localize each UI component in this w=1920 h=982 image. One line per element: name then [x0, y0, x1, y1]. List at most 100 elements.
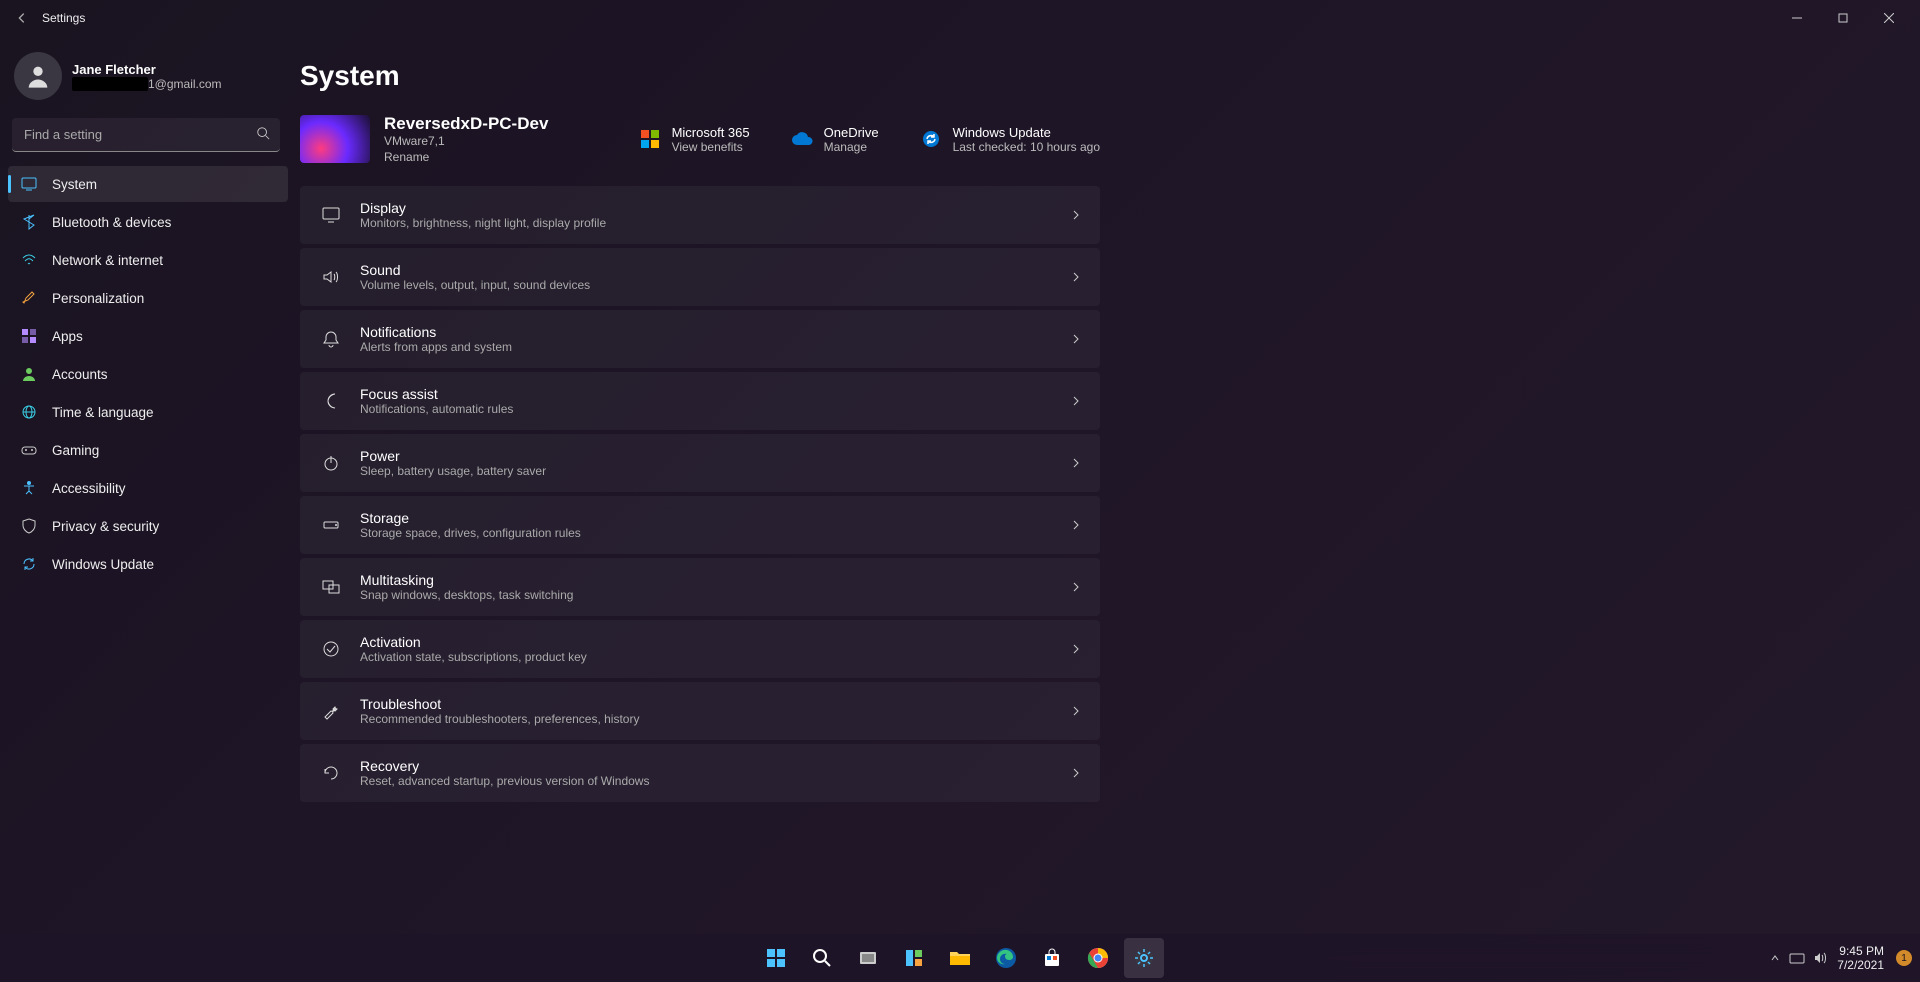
brush-icon	[20, 289, 38, 307]
sound-icon	[318, 267, 344, 287]
sidebar-item-label: Accounts	[52, 367, 108, 382]
wrench-icon	[318, 701, 344, 721]
row-focus[interactable]: Focus assistNotifications, automatic rul…	[300, 372, 1100, 430]
quick-ms365[interactable]: Microsoft 365 View benefits	[638, 125, 750, 154]
row-display[interactable]: DisplayMonitors, brightness, night light…	[300, 186, 1100, 244]
sidebar-item-gaming[interactable]: Gaming	[8, 432, 288, 468]
sidebar-item-apps[interactable]: Apps	[8, 318, 288, 354]
sidebar-item-update[interactable]: Windows Update	[8, 546, 288, 582]
quick-update[interactable]: Windows Update Last checked: 10 hours ag…	[919, 125, 1100, 154]
main-content: System ReversedxD-PC-Dev VMware7,1 Renam…	[300, 36, 1920, 934]
system-header: ReversedxD-PC-Dev VMware7,1 Rename Micro…	[300, 114, 1100, 164]
chevron-right-icon	[1070, 457, 1082, 469]
bluetooth-icon	[20, 213, 38, 231]
sidebar-item-system[interactable]: System	[8, 166, 288, 202]
row-title: Notifications	[360, 324, 1070, 340]
search-icon	[256, 126, 270, 140]
row-sub: Volume levels, output, input, sound devi…	[360, 278, 1070, 292]
start-button[interactable]	[756, 938, 796, 978]
row-notifications[interactable]: NotificationsAlerts from apps and system	[300, 310, 1100, 368]
time-text: 9:45 PM	[1837, 944, 1884, 958]
avatar	[14, 52, 62, 100]
display-icon	[318, 205, 344, 225]
search-input[interactable]	[12, 118, 280, 152]
chevron-right-icon	[1070, 767, 1082, 779]
tray-volume-icon[interactable]	[1813, 951, 1829, 965]
power-icon	[318, 453, 344, 473]
bell-icon	[318, 329, 344, 349]
user-name: Jane Fletcher	[72, 62, 222, 77]
minimize-button[interactable]	[1774, 2, 1820, 34]
chevron-right-icon	[1070, 209, 1082, 221]
sidebar-item-time[interactable]: Time & language	[8, 394, 288, 430]
rename-link[interactable]: Rename	[384, 150, 548, 164]
sidebar-item-label: Gaming	[52, 443, 99, 458]
date-text: 7/2/2021	[1837, 958, 1884, 972]
store-button[interactable]	[1032, 938, 1072, 978]
game-icon	[20, 441, 38, 459]
quick-title: Windows Update	[953, 125, 1100, 140]
sidebar-item-label: Time & language	[52, 405, 154, 420]
sidebar-item-label: Accessibility	[52, 481, 126, 496]
sidebar-item-label: Apps	[52, 329, 83, 344]
sidebar-item-network[interactable]: Network & internet	[8, 242, 288, 278]
pc-thumbnail	[300, 115, 370, 163]
row-title: Focus assist	[360, 386, 1070, 402]
row-title: Activation	[360, 634, 1070, 650]
search-button[interactable]	[802, 938, 842, 978]
chevron-right-icon	[1070, 581, 1082, 593]
quick-title: Microsoft 365	[672, 125, 750, 140]
pc-name: ReversedxD-PC-Dev	[384, 114, 548, 134]
row-troubleshoot[interactable]: TroubleshootRecommended troubleshooters,…	[300, 682, 1100, 740]
quick-onedrive[interactable]: OneDrive Manage	[790, 125, 879, 154]
row-sub: Sleep, battery usage, battery saver	[360, 464, 1070, 478]
chevron-right-icon	[1070, 519, 1082, 531]
chevron-right-icon	[1070, 643, 1082, 655]
search-box	[12, 118, 280, 152]
settings-button[interactable]	[1124, 938, 1164, 978]
edge-button[interactable]	[986, 938, 1026, 978]
back-button[interactable]	[8, 4, 36, 32]
apps-icon	[20, 327, 38, 345]
row-multitasking[interactable]: MultitaskingSnap windows, desktops, task…	[300, 558, 1100, 616]
row-sound[interactable]: SoundVolume levels, output, input, sound…	[300, 248, 1100, 306]
sidebar-item-accounts[interactable]: Accounts	[8, 356, 288, 392]
clock[interactable]: 9:45 PM 7/2/2021	[1837, 944, 1888, 973]
profile-block[interactable]: Jane Fletcher xxxxxxxxxxxx1@gmail.com	[4, 44, 288, 108]
drive-icon	[318, 515, 344, 535]
sidebar-item-label: Network & internet	[52, 253, 163, 268]
onedrive-icon	[790, 127, 814, 151]
sidebar-item-bluetooth[interactable]: Bluetooth & devices	[8, 204, 288, 240]
tray-chevron-icon[interactable]	[1769, 952, 1781, 964]
tray-network-icon[interactable]	[1789, 951, 1805, 965]
pc-model: VMware7,1	[384, 134, 548, 148]
sidebar-item-privacy[interactable]: Privacy & security	[8, 508, 288, 544]
widgets-button[interactable]	[894, 938, 934, 978]
row-title: Sound	[360, 262, 1070, 278]
notification-badge[interactable]: 1	[1896, 950, 1912, 966]
sidebar-item-personalization[interactable]: Personalization	[8, 280, 288, 316]
taskview-button[interactable]	[848, 938, 888, 978]
sidebar-item-accessibility[interactable]: Accessibility	[8, 470, 288, 506]
row-power[interactable]: PowerSleep, battery usage, battery saver	[300, 434, 1100, 492]
globe-icon	[20, 403, 38, 421]
row-title: Multitasking	[360, 572, 1070, 588]
redacted-text: xxxxxxxxxxxx	[72, 77, 148, 91]
row-activation[interactable]: ActivationActivation state, subscription…	[300, 620, 1100, 678]
system-tray: 9:45 PM 7/2/2021 1	[1769, 944, 1912, 973]
row-recovery[interactable]: RecoveryReset, advanced startup, previou…	[300, 744, 1100, 802]
close-button[interactable]	[1866, 2, 1912, 34]
row-sub: Activation state, subscriptions, product…	[360, 650, 1070, 664]
explorer-button[interactable]	[940, 938, 980, 978]
taskbar-center	[756, 938, 1164, 978]
maximize-button[interactable]	[1820, 2, 1866, 34]
row-storage[interactable]: StorageStorage space, drives, configurat…	[300, 496, 1100, 554]
row-title: Troubleshoot	[360, 696, 1070, 712]
ms365-icon	[638, 127, 662, 151]
row-sub: Recommended troubleshooters, preferences…	[360, 712, 1070, 726]
quick-sub: Manage	[824, 140, 879, 154]
windows-update-icon	[919, 127, 943, 151]
quick-sub: Last checked: 10 hours ago	[953, 140, 1100, 154]
chrome-button[interactable]	[1078, 938, 1118, 978]
sidebar-item-label: Personalization	[52, 291, 144, 306]
